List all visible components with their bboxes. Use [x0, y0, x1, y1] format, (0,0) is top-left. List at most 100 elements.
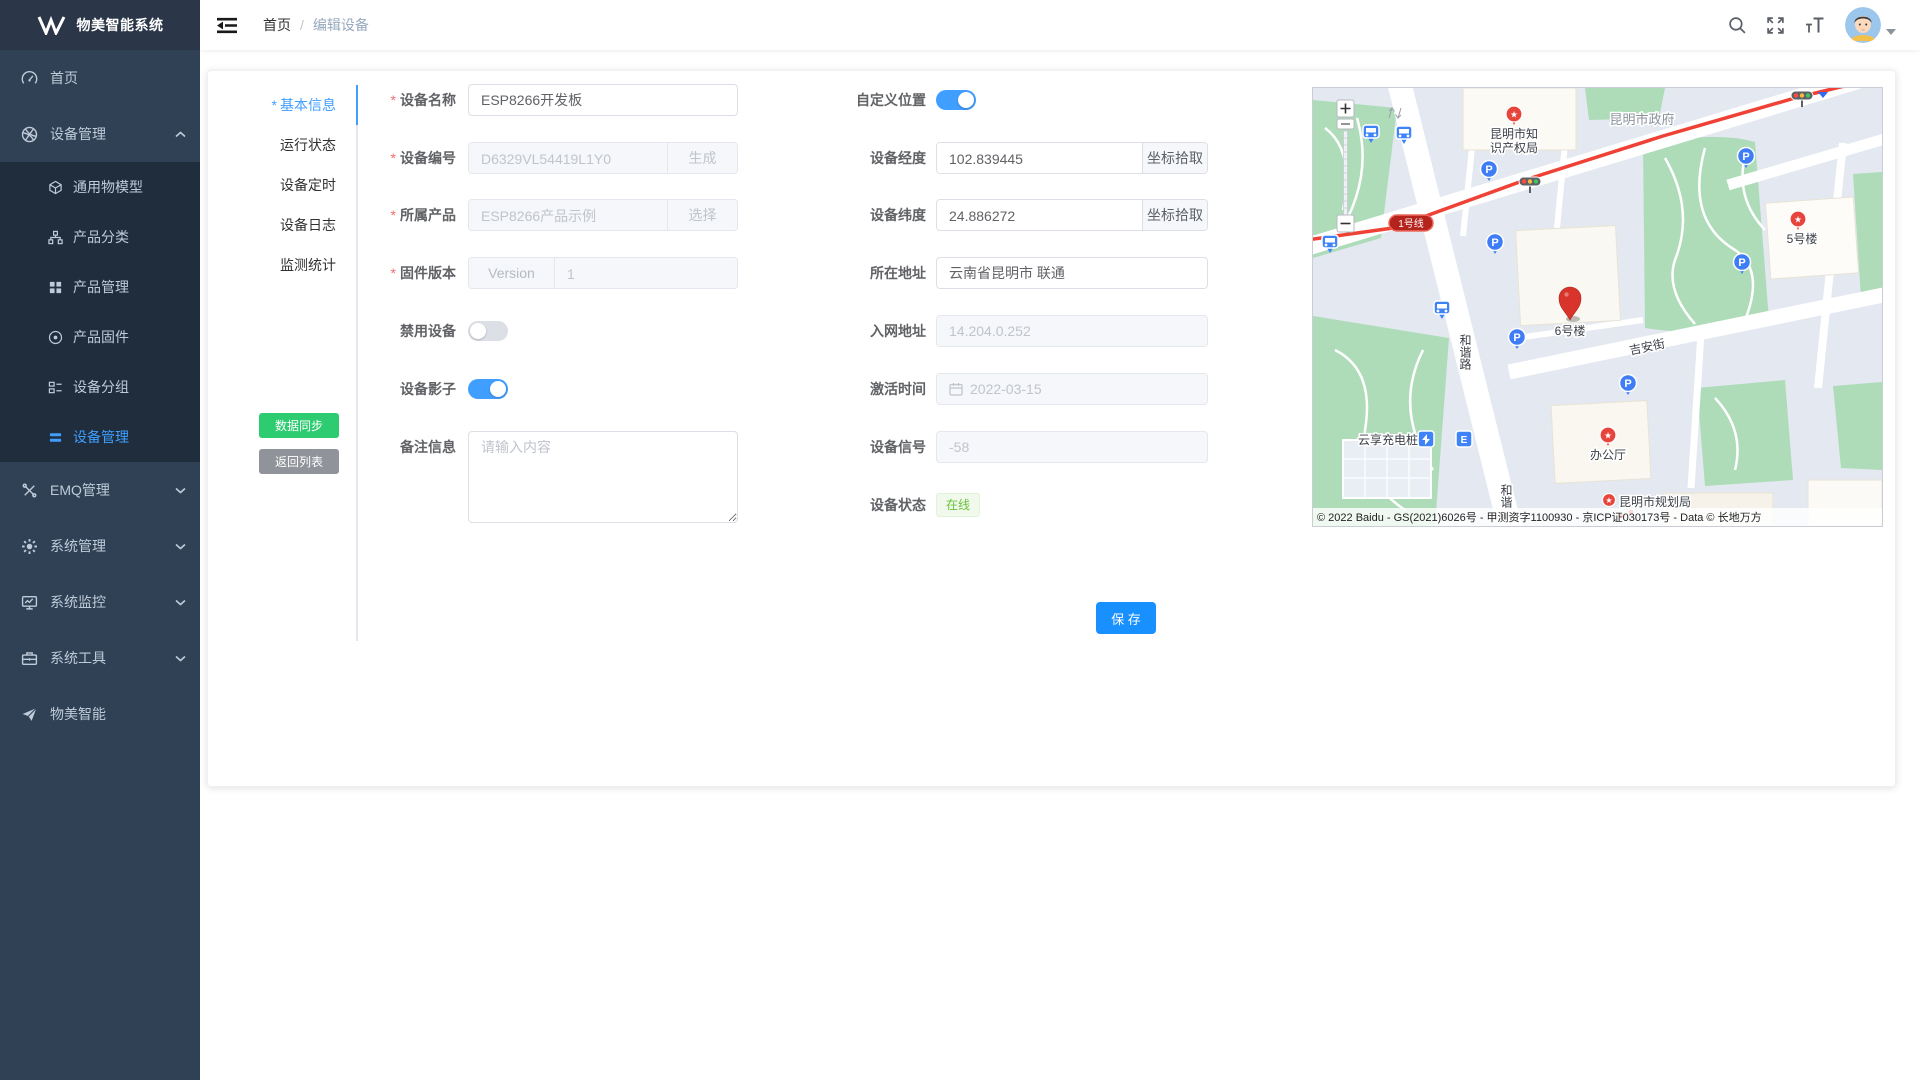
toggle-knob: [470, 323, 486, 339]
sidebar-item-sys-tools[interactable]: 系统工具: [0, 630, 200, 686]
longitude-label: 设备经度: [676, 148, 936, 168]
required-star: *: [391, 92, 396, 108]
font-size-icon[interactable]: [1804, 16, 1826, 35]
sidebar-item-label: 产品分类: [73, 227, 129, 247]
sidebar-item-product-category[interactable]: 产品分类: [0, 212, 200, 262]
svg-text:P: P: [1485, 164, 1492, 176]
form-row-device-shadow: 设备影子: [208, 373, 508, 405]
fullscreen-icon[interactable]: [1766, 16, 1785, 35]
svg-text:P: P: [1738, 257, 1745, 269]
form-row-device-name: *设备名称: [208, 84, 738, 116]
form-row-ip: 入网地址 14.204.0.252: [676, 315, 1208, 347]
paper-plane-icon: [20, 705, 38, 723]
sidebar-item-home[interactable]: 首页: [0, 50, 200, 106]
firmware-version-prefix: Version: [469, 258, 555, 288]
sidebar-item-label: 系统工具: [50, 648, 106, 668]
form-row-longitude: 设备经度 坐标拾取: [676, 142, 1208, 174]
device-sn-label: 设备编号: [400, 150, 456, 166]
poi-label: 办公厅: [1590, 447, 1626, 462]
sidebar-item-label: 设备管理: [50, 124, 106, 144]
svg-text:★: ★: [1605, 496, 1612, 505]
sidebar-item-label: EMQ管理: [50, 480, 110, 500]
app-title: 物美智能系统: [77, 15, 164, 35]
breadcrumb-separator: /: [300, 17, 304, 33]
svg-text:P: P: [1742, 151, 1749, 163]
device-shadow-label: 设备影子: [208, 379, 468, 399]
sidebar-item-sys-mgmt[interactable]: 系统管理: [0, 518, 200, 574]
user-avatar[interactable]: [1845, 7, 1881, 43]
sidebar-item-label: 设备分组: [73, 377, 129, 397]
svg-text:P: P: [1491, 237, 1498, 249]
sidebar-item-emq[interactable]: EMQ管理: [0, 462, 200, 518]
toggle-knob: [490, 381, 506, 397]
poi-label: 云享充电桩: [1358, 432, 1418, 447]
address-label: 所在地址: [676, 263, 936, 283]
sidebar-item-product-firmware[interactable]: 产品固件: [0, 312, 200, 362]
product-label: 所属产品: [400, 207, 456, 223]
tools-icon: [20, 481, 38, 499]
search-icon[interactable]: [1728, 16, 1747, 35]
save-button[interactable]: 保 存: [1096, 602, 1156, 634]
sidebar-item-device-mgmt[interactable]: 设备管理: [0, 106, 200, 162]
form-row-latitude: 设备纬度 坐标拾取: [676, 199, 1208, 231]
sidebar-fold-icon[interactable]: [217, 17, 237, 34]
activated-time-value: 2022-03-15: [970, 381, 1042, 397]
toggle-knob: [958, 92, 974, 108]
cube-icon: [48, 178, 63, 196]
sidebar-item-label: 系统监控: [50, 592, 106, 612]
gear-icon: [20, 537, 38, 555]
svg-text:★: ★: [1510, 109, 1518, 119]
road-label: 和谐: [1499, 484, 1513, 509]
sidebar-item-sys-monitor[interactable]: 系统监控: [0, 574, 200, 630]
latitude-label: 设备纬度: [676, 205, 936, 225]
sidebar-item-label: 通用物模型: [73, 177, 143, 197]
poi-label: 识产权局: [1490, 141, 1538, 155]
device-shadow-toggle[interactable]: [468, 379, 508, 399]
svg-text:E: E: [1461, 435, 1468, 446]
breadcrumb-home[interactable]: 首页: [263, 15, 291, 35]
pick-latitude-button[interactable]: 坐标拾取: [1142, 200, 1207, 230]
breadcrumb-current: 编辑设备: [313, 15, 369, 35]
activated-time-label: 激活时间: [676, 379, 936, 399]
product-input: ESP8266产品示例: [469, 200, 667, 231]
remark-label: 备注信息: [208, 431, 468, 463]
logo-mark-icon: [37, 15, 67, 35]
pick-longitude-button[interactable]: 坐标拾取: [1142, 143, 1207, 173]
form-row-product: *所属产品 ESP8266产品示例 选择: [208, 199, 738, 231]
latitude-input[interactable]: [937, 200, 1142, 231]
road-label: 和谐路: [1458, 334, 1472, 371]
sitemap-icon: [48, 228, 63, 246]
caret-down-icon: [1886, 29, 1896, 35]
sidebar-item-label: 系统管理: [50, 536, 106, 556]
required-star: *: [391, 150, 396, 166]
disable-device-label: 禁用设备: [208, 321, 468, 341]
tab-active-bar: [356, 85, 358, 125]
custom-location-toggle[interactable]: [936, 90, 976, 110]
disable-device-toggle[interactable]: [468, 321, 508, 341]
device-sn-input: D6329VL54419L1Y0: [469, 143, 667, 174]
chevron-down-icon: [175, 655, 186, 662]
sidebar-item-label: 产品固件: [73, 327, 129, 347]
top-navbar: 首页 / 编辑设备: [200, 0, 1920, 50]
sidebar-item-device-mgmt-sub[interactable]: 设备管理: [0, 412, 200, 462]
activated-time-input: 2022-03-15: [936, 373, 1208, 405]
form-row-rssi: 设备信号 -58: [676, 431, 1208, 463]
longitude-input[interactable]: [937, 143, 1142, 174]
sidebar-item-thing-model[interactable]: 通用物模型: [0, 162, 200, 212]
ip-label: 入网地址: [676, 321, 936, 341]
sidebar-item-product-mgmt[interactable]: 产品管理: [0, 262, 200, 312]
user-menu[interactable]: [1845, 7, 1896, 43]
baidu-map[interactable]: 1号线 P P: [1312, 87, 1883, 527]
target-icon: [48, 328, 63, 346]
grid-icon: [48, 278, 63, 296]
device-mgmt-submenu: 通用物模型 产品分类 产品管理 产品固件 设备分组: [0, 162, 200, 462]
sidebar-item-wumei[interactable]: 物美智能: [0, 686, 200, 742]
monitor-icon: [20, 593, 38, 611]
form-row-disable-device: 禁用设备: [208, 315, 508, 347]
sidebar-item-device-group[interactable]: 设备分组: [0, 362, 200, 412]
address-input[interactable]: [936, 257, 1208, 289]
app-logo[interactable]: 物美智能系统: [0, 0, 200, 50]
svg-text:★: ★: [1604, 430, 1612, 440]
dashboard-icon: [20, 69, 38, 87]
sidebar-item-label: 产品管理: [73, 277, 129, 297]
